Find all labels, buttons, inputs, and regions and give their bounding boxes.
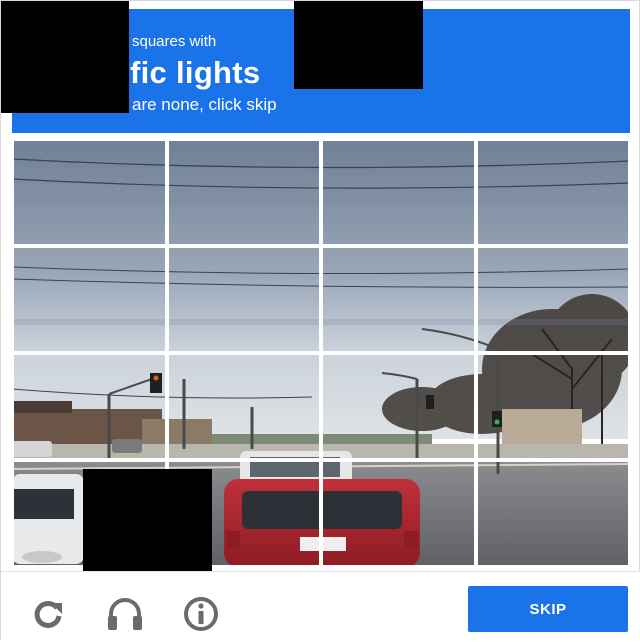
tile-r3-c4[interactable]: [475, 353, 630, 460]
headphones-icon[interactable]: [105, 594, 145, 634]
tile-r3-c2[interactable]: [166, 353, 321, 460]
tile-r4-c4[interactable]: [475, 460, 630, 567]
tile-r3-c3[interactable]: [321, 353, 476, 460]
tile-r2-c3[interactable]: [321, 246, 476, 353]
instruction-text-line1: squares with: [132, 33, 217, 50]
captcha-footer: SKIP: [1, 571, 640, 642]
redaction-block-top-center: [294, 1, 423, 89]
tile-r1-c2[interactable]: [166, 139, 321, 246]
reload-icon[interactable]: [29, 594, 69, 634]
tile-r4-c3[interactable]: [321, 460, 476, 567]
skip-button[interactable]: SKIP: [468, 586, 628, 632]
tile-r3-c1[interactable]: [12, 353, 167, 460]
redaction-block-top-left: [1, 1, 129, 113]
tile-r2-c1[interactable]: [12, 246, 167, 353]
tile-r1-c3[interactable]: [321, 139, 476, 246]
instruction-text-line3: are none, click skip: [132, 95, 277, 114]
captcha-dialog: squares with fic lights are none, click …: [0, 0, 640, 642]
tile-r2-c4[interactable]: [475, 246, 630, 353]
tile-r1-c4[interactable]: [475, 139, 630, 246]
tile-r1-c1[interactable]: [12, 139, 167, 246]
instruction-target-text: fic lights: [130, 55, 261, 90]
info-icon[interactable]: [181, 594, 221, 634]
tile-r2-c2[interactable]: [166, 246, 321, 353]
